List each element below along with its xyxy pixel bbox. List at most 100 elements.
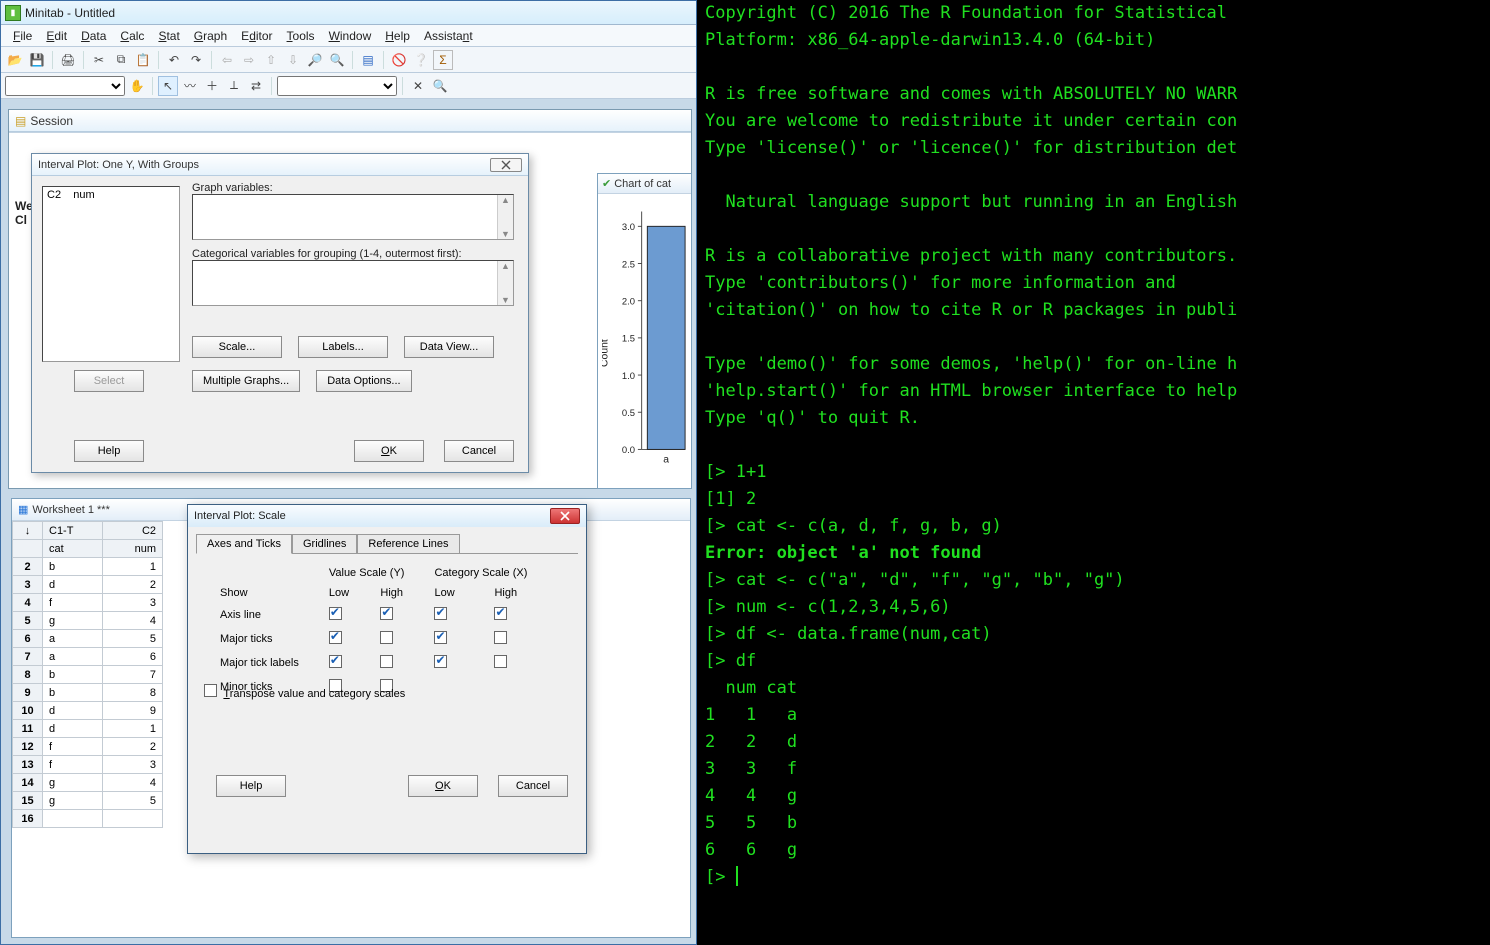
nav-next-icon[interactable]: ⇨ bbox=[239, 50, 259, 70]
tab-gridlines[interactable]: Gridlines bbox=[292, 534, 357, 554]
checkbox[interactable] bbox=[380, 631, 393, 644]
table-row[interactable]: 4f3 bbox=[13, 594, 163, 612]
open-icon[interactable]: 📂 bbox=[5, 50, 25, 70]
transpose-checkbox[interactable] bbox=[204, 684, 217, 697]
labels-button[interactable]: Labels... bbox=[298, 336, 388, 358]
rowhead-arrow[interactable]: ↓ bbox=[13, 522, 43, 540]
interval-plot-dialog[interactable]: Interval Plot: One Y, With Groups C2 num… bbox=[31, 153, 529, 473]
save-icon[interactable]: 💾 bbox=[27, 50, 47, 70]
table-row[interactable]: 15g5 bbox=[13, 792, 163, 810]
find-next-icon[interactable]: 🔍 bbox=[327, 50, 347, 70]
scale-help-button[interactable]: Help bbox=[216, 775, 286, 797]
table-row[interactable]: 9b8 bbox=[13, 684, 163, 702]
menu-tools[interactable]: Tools bbox=[281, 27, 321, 45]
checkbox[interactable] bbox=[434, 631, 447, 644]
close-button[interactable] bbox=[550, 508, 580, 524]
tab-axes-ticks[interactable]: Axes and Ticks bbox=[196, 534, 292, 554]
help-button[interactable]: Help bbox=[74, 440, 144, 462]
col-header-c1[interactable]: C1-T bbox=[43, 522, 103, 540]
menu-stat[interactable]: Stat bbox=[152, 27, 185, 45]
cancel-icon[interactable]: 🚫 bbox=[389, 50, 409, 70]
dataview-button[interactable]: Data View... bbox=[404, 336, 494, 358]
scroll-up-icon[interactable]: ▲ bbox=[501, 261, 510, 271]
scroll-down-icon[interactable]: ▼ bbox=[501, 229, 510, 239]
col-name-cat[interactable]: cat bbox=[43, 540, 103, 558]
zoom-icon[interactable]: 🔍 bbox=[430, 76, 450, 96]
find-icon[interactable]: 🔎 bbox=[305, 50, 325, 70]
scale-dialog[interactable]: Interval Plot: Scale Axes and Ticks Grid… bbox=[187, 504, 587, 854]
nav-down-icon[interactable]: ⇩ bbox=[283, 50, 303, 70]
table-row[interactable]: 7a6 bbox=[13, 648, 163, 666]
col-name-num[interactable]: num bbox=[103, 540, 163, 558]
table-row[interactable]: 8b7 bbox=[13, 666, 163, 684]
copy-icon[interactable]: ⧉ bbox=[111, 50, 131, 70]
brush-icon[interactable]: 〰 bbox=[180, 76, 200, 96]
table-row[interactable]: 2b1 bbox=[13, 558, 163, 576]
close-mini-icon[interactable]: ✕ bbox=[408, 76, 428, 96]
col-header-c2[interactable]: C2 bbox=[103, 522, 163, 540]
crosshair-icon[interactable]: ＋ bbox=[202, 76, 222, 96]
selector-1[interactable] bbox=[5, 76, 125, 96]
scale-button[interactable]: Scale... bbox=[192, 336, 282, 358]
selector-2[interactable] bbox=[277, 76, 397, 96]
checkbox[interactable] bbox=[494, 655, 507, 668]
tool-icon-a[interactable]: ⟂ bbox=[224, 76, 244, 96]
checkbox[interactable] bbox=[434, 607, 447, 620]
dialog-close-button[interactable] bbox=[490, 158, 522, 172]
hand-icon[interactable]: ✋ bbox=[127, 76, 147, 96]
chart-window[interactable]: ✔ Chart of cat 0.00.51.01.52.02.53.0 Cou… bbox=[597, 173, 692, 489]
graph-vars-field[interactable]: ▲ ▼ bbox=[192, 194, 514, 240]
tool-icon-b[interactable]: ⇄ bbox=[246, 76, 266, 96]
checkbox[interactable] bbox=[494, 631, 507, 644]
checkbox[interactable] bbox=[380, 655, 393, 668]
undo-icon[interactable]: ↶ bbox=[164, 50, 184, 70]
ok-button[interactable]: OK bbox=[354, 440, 424, 462]
select-button[interactable]: Select bbox=[74, 370, 144, 392]
table-row[interactable]: 3d2 bbox=[13, 576, 163, 594]
checkbox[interactable] bbox=[494, 607, 507, 620]
table-row[interactable]: 6a5 bbox=[13, 630, 163, 648]
table-row[interactable]: 14g4 bbox=[13, 774, 163, 792]
menu-help[interactable]: Help bbox=[379, 27, 416, 45]
checkbox[interactable] bbox=[434, 655, 447, 668]
variable-list[interactable]: C2 num bbox=[42, 186, 180, 362]
menu-calc[interactable]: Calc bbox=[114, 27, 150, 45]
cat-vars-field[interactable]: ▲ ▼ bbox=[192, 260, 514, 306]
checkbox[interactable] bbox=[329, 607, 342, 620]
cut-icon[interactable]: ✂ bbox=[89, 50, 109, 70]
menu-data[interactable]: Data bbox=[75, 27, 112, 45]
scale-cancel-button[interactable]: Cancel bbox=[498, 775, 568, 797]
tab-reference-lines[interactable]: Reference Lines bbox=[357, 534, 459, 554]
data-options-button[interactable]: Data Options... bbox=[316, 370, 411, 392]
menu-window[interactable]: Window bbox=[323, 27, 378, 45]
table-row[interactable]: 13f3 bbox=[13, 756, 163, 774]
checkbox[interactable] bbox=[329, 655, 342, 668]
menu-assistant[interactable]: Assistant bbox=[418, 27, 479, 45]
table-row[interactable]: 16 bbox=[13, 810, 163, 828]
checkbox[interactable] bbox=[329, 631, 342, 644]
menu-editor[interactable]: Editor bbox=[235, 27, 278, 45]
menu-file[interactable]: File bbox=[7, 27, 38, 45]
pointer-icon[interactable]: ↖ bbox=[158, 76, 178, 96]
table-row[interactable]: 11d1 bbox=[13, 720, 163, 738]
worksheet-table[interactable]: ↓ C1-T C2 cat num 2b13d24f35g46a57a68b79… bbox=[12, 521, 163, 828]
menu-edit[interactable]: Edit bbox=[40, 27, 73, 45]
minitab-titlebar[interactable]: ▮ Minitab - Untitled bbox=[1, 1, 696, 25]
scroll-down-icon[interactable]: ▼ bbox=[501, 295, 510, 305]
r-terminal[interactable]: Copyright (C) 2016 The R Foundation for … bbox=[697, 0, 1490, 945]
paste-icon[interactable]: 📋 bbox=[133, 50, 153, 70]
session-icon[interactable]: ▤ bbox=[358, 50, 378, 70]
table-row[interactable]: 10d9 bbox=[13, 702, 163, 720]
cancel-button[interactable]: Cancel bbox=[444, 440, 514, 462]
menu-graph[interactable]: Graph bbox=[188, 27, 233, 45]
help-icon[interactable]: ❔ bbox=[411, 50, 431, 70]
table-row[interactable]: 12f2 bbox=[13, 738, 163, 756]
scale-ok-button[interactable]: OK bbox=[408, 775, 478, 797]
nav-prev-icon[interactable]: ⇦ bbox=[217, 50, 237, 70]
redo-icon[interactable]: ↷ bbox=[186, 50, 206, 70]
checkbox[interactable] bbox=[380, 607, 393, 620]
scroll-up-icon[interactable]: ▲ bbox=[501, 195, 510, 205]
table-row[interactable]: 5g4 bbox=[13, 612, 163, 630]
nav-up-icon[interactable]: ⇧ bbox=[261, 50, 281, 70]
print-icon[interactable]: 🖨 bbox=[58, 50, 78, 70]
